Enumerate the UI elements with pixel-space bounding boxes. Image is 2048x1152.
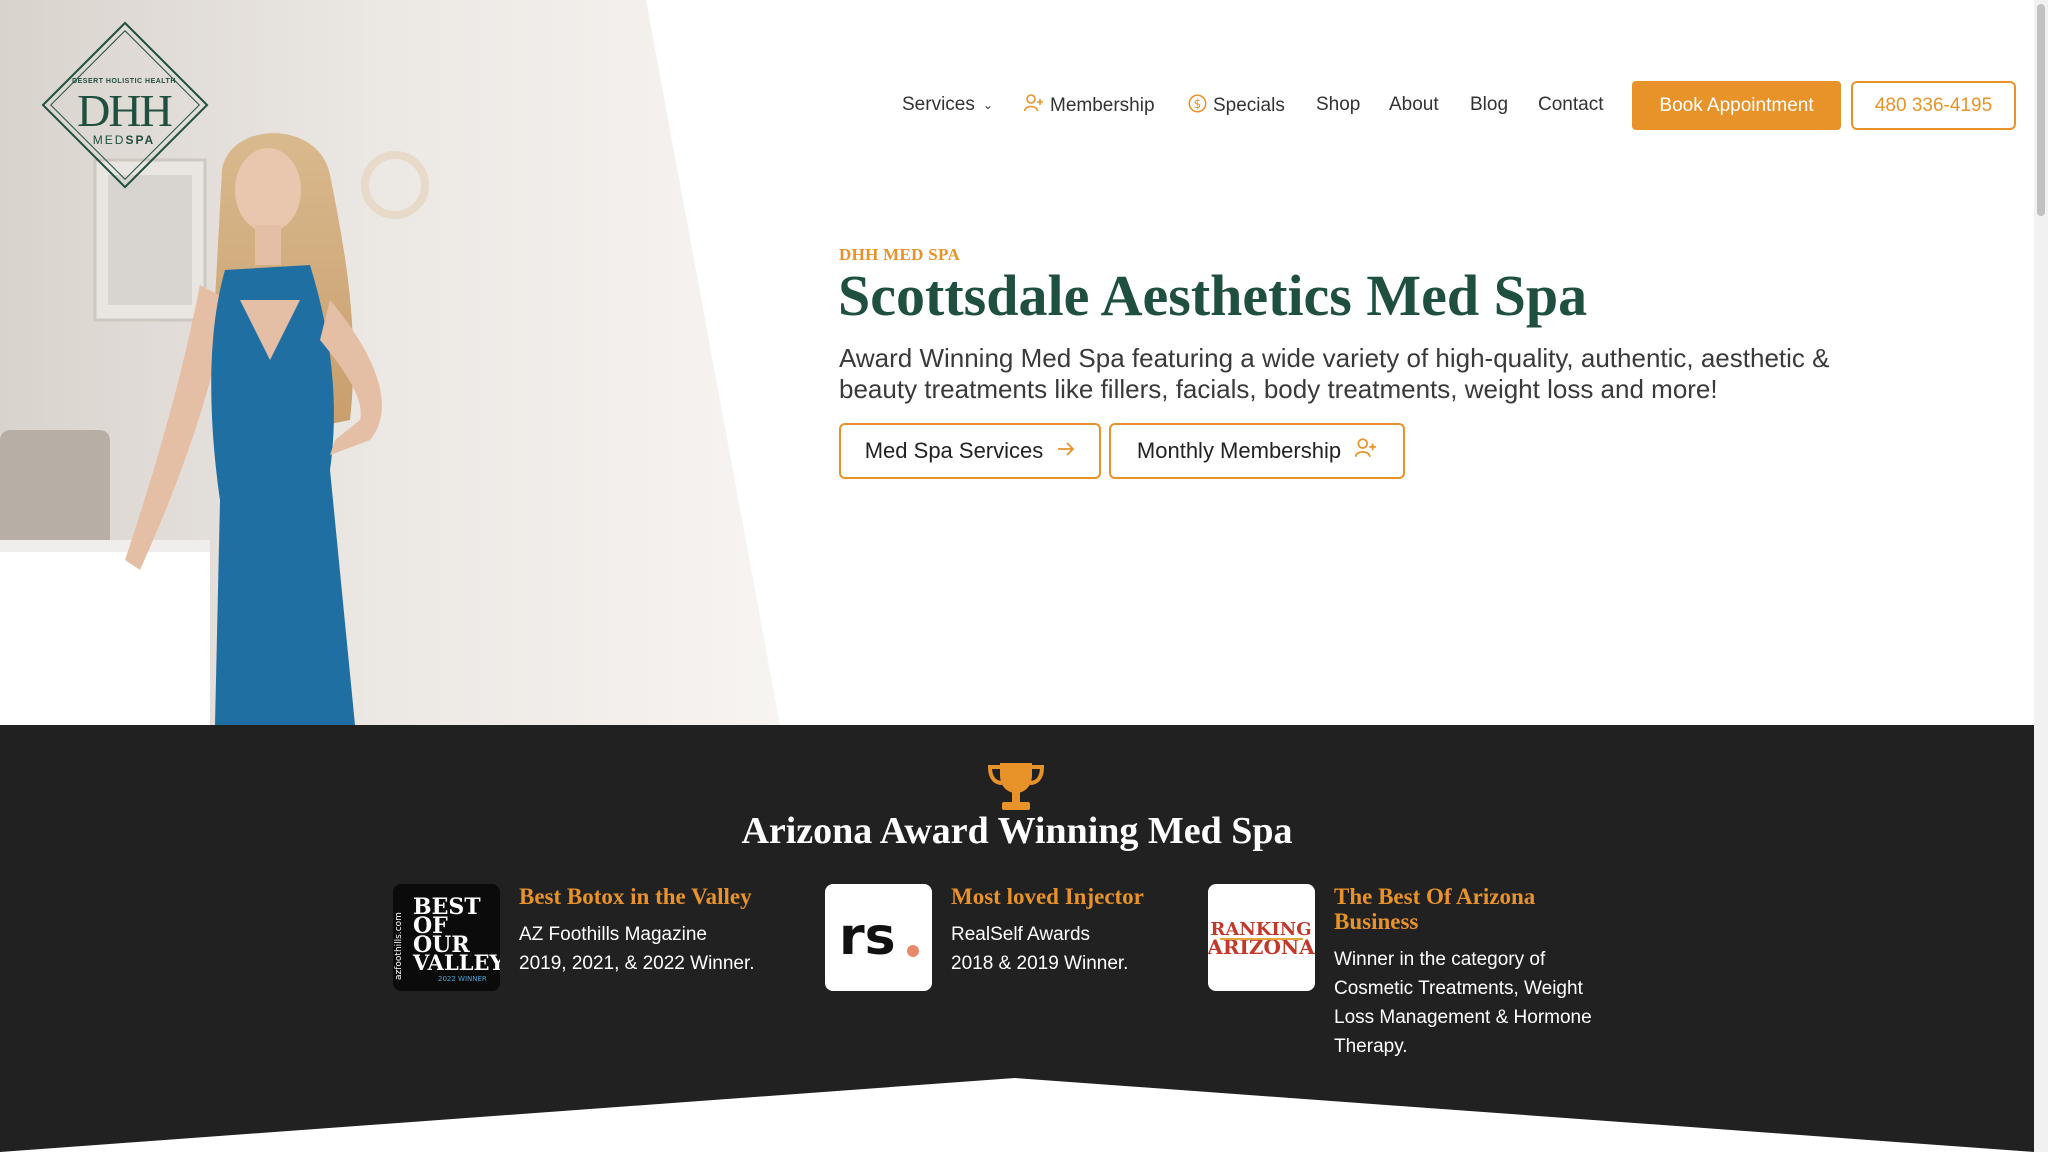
realself-logo-text: rs <box>839 907 896 967</box>
cta-label: Med Spa Services <box>864 438 1044 463</box>
book-appointment-button[interactable]: Book Appointment <box>1632 81 1841 130</box>
nav-item-services[interactable]: Services ⌄ <box>902 94 993 116</box>
hero-subtitle: Award Winning Med Spa featuring a wide v… <box>839 343 1830 404</box>
ranking-arizona-badge: RANKING ARIZONA <box>1208 884 1315 991</box>
logo-subtext: MEDSPA <box>32 133 216 147</box>
nav-item-shop[interactable]: Shop <box>1316 94 1360 116</box>
award-line: RealSelf Awards <box>951 924 1091 945</box>
user-plus-icon <box>1023 94 1044 117</box>
chevron-down-icon: ⌄ <box>982 98 993 112</box>
phone-button[interactable]: 480 336-4195 <box>1851 81 2016 130</box>
nav-item-label: Membership <box>1050 94 1155 116</box>
award-line: 2018 & 2019 Winner. <box>951 953 1129 974</box>
page-scrollbar[interactable] <box>2034 0 2048 1152</box>
nav-item-label: Shop <box>1316 94 1361 115</box>
nav-item-about[interactable]: About <box>1389 94 1439 116</box>
awards-title: Arizona Award Winning Med Spa <box>741 810 1293 852</box>
nav-item-contact[interactable]: Contact <box>1538 94 1603 116</box>
nav-item-label: Blog <box>1470 94 1509 115</box>
award-line: AZ Foothills Magazine <box>519 924 707 945</box>
hero-section: DESERT HOLISTIC HEALTH DHH MEDSPA Servic… <box>0 0 2034 725</box>
monthly-membership-button[interactable]: Monthly Membership <box>1109 423 1405 479</box>
award-line: Cosmetic Treatments, Weight <box>1334 978 1583 999</box>
award-title-line: Business <box>1334 909 1419 934</box>
logo-sub-spa: SPA <box>125 133 156 147</box>
badge-line: VALLEY <box>412 950 500 975</box>
award-line: Loss Management & Hormone <box>1334 1007 1592 1028</box>
page-title: Scottsdale Aesthetics Med Spa <box>838 263 1588 328</box>
nav-item-blog[interactable]: Blog <box>1470 94 1508 116</box>
award-title: Best Botox in the Valley <box>519 884 752 909</box>
nav-item-specials[interactable]: $ Specials <box>1188 94 1285 118</box>
badge-foot: 2022 WINNER <box>438 975 487 983</box>
trophy-icon <box>986 761 1046 813</box>
award-title-line: The Best Of Arizona <box>1334 884 1536 909</box>
nav-item-label: About <box>1389 94 1439 115</box>
med-spa-services-button[interactable]: Med Spa Services <box>839 423 1101 479</box>
logo-sub-med: MED <box>92 133 126 147</box>
award-line: Therapy. <box>1334 1036 1408 1057</box>
award-line: 2019, 2021, & 2022 Winner. <box>519 953 755 974</box>
nav-item-label: Services <box>902 94 975 115</box>
svg-text:$: $ <box>1194 97 1202 111</box>
nav-item-label: Specials <box>1213 95 1285 116</box>
arrow-right-icon <box>1057 440 1075 463</box>
award-title: The Best Of Arizona Business <box>1334 884 1535 934</box>
awards-section: Arizona Award Winning Med Spa azfoothill… <box>0 725 2034 1152</box>
badge-side-text: azfoothills.com <box>394 912 404 980</box>
nav-item-membership[interactable]: Membership <box>1023 94 1155 117</box>
user-plus-icon <box>1354 438 1377 464</box>
best-of-our-valley-badge: azfoothills.com BEST OF OUR VALLEY 2022 … <box>393 884 500 991</box>
dollar-circle-icon: $ <box>1188 94 1207 118</box>
nav-item-label: Contact <box>1538 94 1604 115</box>
realself-badge: rs <box>825 884 932 991</box>
award-line: Winner in the category of <box>1334 949 1546 970</box>
main-nav: Services ⌄ Membership $ Specials Shop Ab… <box>0 81 2034 131</box>
cta-label: Monthly Membership <box>1136 438 1342 463</box>
scrollbar-thumb[interactable] <box>2037 4 2045 216</box>
award-title: Most loved Injector <box>951 884 1144 909</box>
